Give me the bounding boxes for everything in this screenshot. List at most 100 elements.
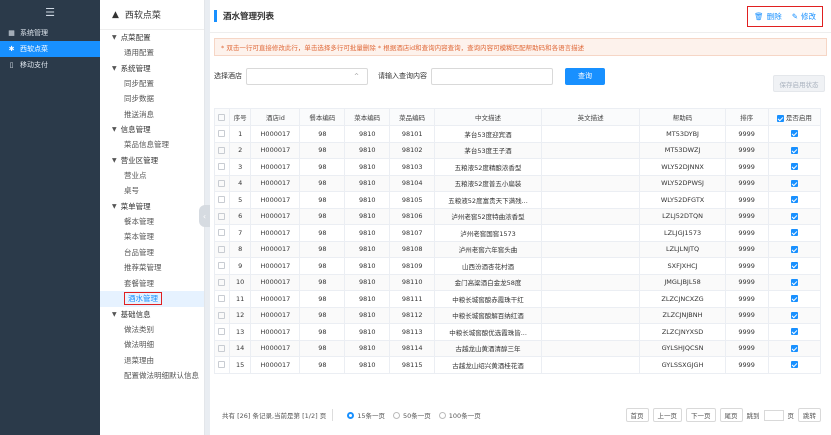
enabled-checkbox[interactable]	[790, 146, 798, 154]
nav-group[interactable]: ▼ 营业区管理	[100, 153, 204, 168]
row-checkbox[interactable]	[218, 295, 226, 303]
table-row[interactable]: 6 H000017 98 9810 98106 泸州老窖52度特曲浓香型 LZLJ52DTQ…	[214, 207, 822, 225]
nav-group[interactable]: ▼ 点菜配置	[100, 30, 204, 45]
row-select-cell[interactable]	[214, 158, 230, 176]
table-row[interactable]: 4 H000017 98 9810 98104 五粮液52度普五小扁装 WLY52DPWSJ…	[214, 174, 822, 192]
nav-sub-item[interactable]: 菜本管理	[100, 229, 204, 245]
page-size-100[interactable]: 100条一页	[438, 410, 481, 420]
enabled-cell[interactable]	[767, 158, 822, 176]
table-row[interactable]: 13 H000017 98 9810 98113 中粮长城窖酿优选霞珠皆... ZLZCJN…	[214, 323, 822, 341]
enabled-checkbox[interactable]	[790, 196, 798, 204]
enabled-cell[interactable]	[767, 141, 822, 159]
nav-sub-item[interactable]: 同步配置	[100, 76, 204, 92]
nav-group[interactable]: ▼ 基础信息	[100, 307, 204, 322]
row-select-cell[interactable]	[214, 191, 230, 209]
enable-all-checkbox[interactable]	[776, 114, 784, 122]
page-number-input[interactable]	[763, 409, 784, 421]
nav-sub-item[interactable]: 桌号	[100, 183, 204, 199]
table-row[interactable]: 1 H000017 98 9810 98101 茅台53度迎宾酒 MT53DYBJ 9999	[214, 125, 822, 143]
nav-sub-item[interactable]: 做法类别	[100, 322, 204, 338]
enabled-checkbox[interactable]	[790, 328, 798, 336]
row-select-cell[interactable]	[214, 224, 230, 242]
enabled-checkbox[interactable]	[790, 130, 798, 138]
nav-item-mobile-pay[interactable]: ▯ 移动支付	[0, 57, 100, 73]
nav-sub-item[interactable]: 推荐菜管理	[100, 260, 204, 276]
first-page-button[interactable]: 首页	[625, 408, 649, 422]
row-select-cell[interactable]	[214, 257, 230, 275]
enabled-checkbox[interactable]	[790, 344, 798, 352]
nav-sub-item[interactable]: 推送消息	[100, 107, 204, 123]
enabled-cell[interactable]	[767, 273, 822, 291]
last-page-button[interactable]: 尾页	[719, 408, 743, 422]
query-button[interactable]: 查询	[565, 67, 605, 85]
row-checkbox[interactable]	[218, 196, 226, 204]
table-row[interactable]: 14 H000017 98 9810 98114 古越龙山黄酒清醇三年 GYLSHJQCSN…	[214, 339, 822, 357]
nav-sub-item[interactable]: 营业点	[100, 168, 204, 184]
nav-sub-item[interactable]: 通用配置	[100, 45, 204, 61]
enabled-cell[interactable]	[767, 224, 822, 242]
page-size-50[interactable]: 50条一页	[393, 410, 431, 420]
nav-sub-item[interactable]: 退菜理由	[100, 353, 204, 369]
hotel-select[interactable]: ^	[246, 67, 368, 85]
nav-sub-item[interactable]: 做法明细	[100, 337, 204, 353]
col-header-enabled[interactable]: 是否启用	[767, 108, 822, 126]
query-input[interactable]	[431, 67, 553, 85]
enabled-cell[interactable]	[767, 125, 822, 143]
edit-button[interactable]: ✎ 修改	[792, 11, 816, 22]
nav-sub-item[interactable]: 同步数据	[100, 91, 204, 107]
page-size-15[interactable]: 15条一页	[347, 410, 385, 420]
table-row[interactable]: 11 H000017 98 9810 98111 中粮长城窖酿赤霞珠干红 ZLZCJNCXZ…	[214, 290, 822, 308]
enabled-cell[interactable]	[767, 191, 822, 209]
menu-toggle-icon[interactable]: ☰	[0, 0, 100, 25]
row-select-cell[interactable]	[214, 141, 230, 159]
row-select-cell[interactable]	[214, 273, 230, 291]
table-row[interactable]: 2 H000017 98 9810 98102 茅台53度王子酒 MT53DWZJ 9999	[214, 141, 822, 159]
enabled-cell[interactable]	[767, 339, 822, 357]
row-checkbox[interactable]	[218, 130, 226, 138]
table-row[interactable]: 15 H000017 98 9810 98115 古越龙山绍兴黄酒桂花酒 GYLSSXGJG…	[214, 356, 822, 374]
nav-item-xiruan[interactable]: ✱ 西软点菜	[0, 41, 100, 57]
row-checkbox[interactable]	[218, 344, 226, 352]
enabled-cell[interactable]	[767, 323, 822, 341]
row-checkbox[interactable]	[218, 262, 226, 270]
nav-item-system[interactable]: ▦ 系统管理	[0, 25, 100, 41]
table-row[interactable]: 10 H000017 98 9810 98110 金门高粱酒白金龙58度 JMGLJBJL5…	[214, 273, 822, 291]
row-select-cell[interactable]	[214, 125, 230, 143]
row-checkbox[interactable]	[218, 212, 226, 220]
nav-sub-item[interactable]: 配置做法明细默认信息	[100, 368, 204, 384]
nav-group[interactable]: ▼ 系统管理	[100, 61, 204, 76]
row-select-cell[interactable]	[214, 339, 230, 357]
jump-button[interactable]: 跳转	[798, 408, 821, 422]
enabled-checkbox[interactable]	[790, 311, 798, 319]
enabled-checkbox[interactable]	[790, 295, 798, 303]
enabled-cell[interactable]	[767, 207, 822, 225]
enabled-cell[interactable]	[767, 290, 822, 308]
row-checkbox[interactable]	[218, 229, 226, 237]
table-row[interactable]: 3 H000017 98 9810 98103 五粮液52度精酿浓香型 WLY52DJNNX…	[214, 158, 822, 176]
row-select-cell[interactable]	[214, 356, 230, 374]
nav-group[interactable]: ▼ 菜单管理	[100, 199, 204, 214]
row-checkbox[interactable]	[218, 146, 226, 154]
enabled-checkbox[interactable]	[790, 179, 798, 187]
enabled-checkbox[interactable]	[790, 245, 798, 253]
enabled-cell[interactable]	[767, 306, 822, 324]
select-all-checkbox[interactable]	[218, 113, 226, 121]
nav-sub-item[interactable]: 餐本管理	[100, 214, 204, 230]
nav-sub-item[interactable]: 菜品信息管理	[100, 137, 204, 153]
nav-sub-item[interactable]: 酒水管理	[100, 291, 204, 307]
next-page-button[interactable]: 下一页	[686, 408, 716, 422]
row-select-cell[interactable]	[214, 290, 230, 308]
delete-button[interactable]: 🗑 删除	[754, 11, 782, 22]
enabled-checkbox[interactable]	[790, 163, 798, 171]
save-status-button[interactable]: 保存启用状态	[773, 75, 825, 92]
row-select-cell[interactable]	[214, 174, 230, 192]
row-select-cell[interactable]	[214, 306, 230, 324]
enabled-cell[interactable]	[767, 240, 822, 258]
enabled-checkbox[interactable]	[790, 278, 798, 286]
enabled-checkbox[interactable]	[790, 361, 798, 369]
collapse-sidebar-button[interactable]: ‹	[199, 205, 210, 227]
table-row[interactable]: 12 H000017 98 9810 98112 中粮长城窖酿解百纳红酒 ZLZCJNJBN…	[214, 306, 822, 324]
row-checkbox[interactable]	[218, 311, 226, 319]
select-all-cell[interactable]	[214, 108, 230, 126]
nav-sub-item[interactable]: 套餐管理	[100, 276, 204, 292]
